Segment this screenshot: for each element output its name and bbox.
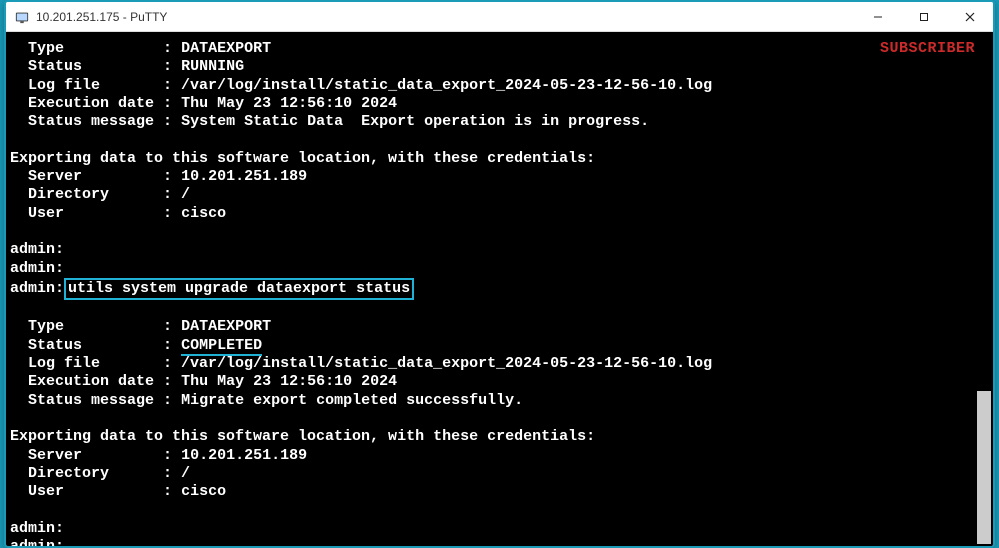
putty-window: 10.201.251.175 - PuTTY SUBSCRIBER Type :… xyxy=(4,0,995,548)
export-header-2: Exporting data to this software location… xyxy=(10,428,595,445)
scrollbar-thumb[interactable] xyxy=(977,391,991,544)
command-highlight-box: utils system upgrade dataexport status xyxy=(64,278,414,300)
putty-icon xyxy=(14,9,30,25)
terminal-scrollbar[interactable] xyxy=(977,34,991,544)
label-statusmsg: Status message xyxy=(28,113,154,130)
value-execdate: Thu May 23 12:56:10 2024 xyxy=(181,95,397,112)
label-logfile-2: Log file xyxy=(28,355,100,372)
label-user-2: User xyxy=(28,483,64,500)
window-title: 10.201.251.175 - PuTTY xyxy=(36,10,855,24)
admin-prompt: admin: xyxy=(10,520,64,537)
command-text: utils system upgrade dataexport status xyxy=(68,280,410,297)
label-type-2: Type xyxy=(28,318,64,335)
titlebar: 10.201.251.175 - PuTTY xyxy=(6,2,993,32)
value-type: DATAEXPORT xyxy=(181,40,271,57)
label-statusmsg-2: Status message xyxy=(28,392,154,409)
value-status: RUNNING xyxy=(181,58,244,75)
maximize-button[interactable] xyxy=(901,2,947,31)
value-logfile-2: /var/log/install/static_data_export_2024… xyxy=(181,355,712,372)
window-controls xyxy=(855,2,993,31)
label-type: Type xyxy=(28,40,64,57)
value-server-2: 10.201.251.189 xyxy=(181,447,307,464)
value-user: cisco xyxy=(181,205,226,222)
label-logfile: Log file xyxy=(28,77,100,94)
value-directory-2: / xyxy=(181,465,190,482)
value-server: 10.201.251.189 xyxy=(181,168,307,185)
admin-prompt: admin: xyxy=(10,538,64,546)
value-logfile: /var/log/install/static_data_export_2024… xyxy=(181,77,712,94)
value-type-2: DATAEXPORT xyxy=(181,318,271,335)
label-status: Status xyxy=(28,58,82,75)
value-user-2: cisco xyxy=(181,483,226,500)
label-directory: Directory xyxy=(28,186,109,203)
label-execdate: Execution date xyxy=(28,95,154,112)
subscriber-watermark: SUBSCRIBER xyxy=(880,40,975,58)
label-user: User xyxy=(28,205,64,222)
label-status-2: Status xyxy=(28,337,82,354)
admin-prompt: admin: xyxy=(10,260,64,277)
close-button[interactable] xyxy=(947,2,993,31)
label-directory-2: Directory xyxy=(28,465,109,482)
label-execdate-2: Execution date xyxy=(28,373,154,390)
value-statusmsg-2: Migrate export completed successfully. xyxy=(181,392,523,409)
value-status-2: COMPLETED xyxy=(181,337,262,356)
admin-prompt: admin: xyxy=(10,241,64,258)
value-directory: / xyxy=(181,186,190,203)
export-header: Exporting data to this software location… xyxy=(10,150,595,167)
label-server-2: Server xyxy=(28,447,82,464)
label-server: Server xyxy=(28,168,82,185)
value-statusmsg: System Static Data Export operation is i… xyxy=(181,113,649,130)
terminal[interactable]: SUBSCRIBER Type : DATAEXPORT Status : RU… xyxy=(6,32,993,546)
admin-prompt: admin: xyxy=(10,280,64,297)
minimize-button[interactable] xyxy=(855,2,901,31)
value-execdate-2: Thu May 23 12:56:10 2024 xyxy=(181,373,397,390)
